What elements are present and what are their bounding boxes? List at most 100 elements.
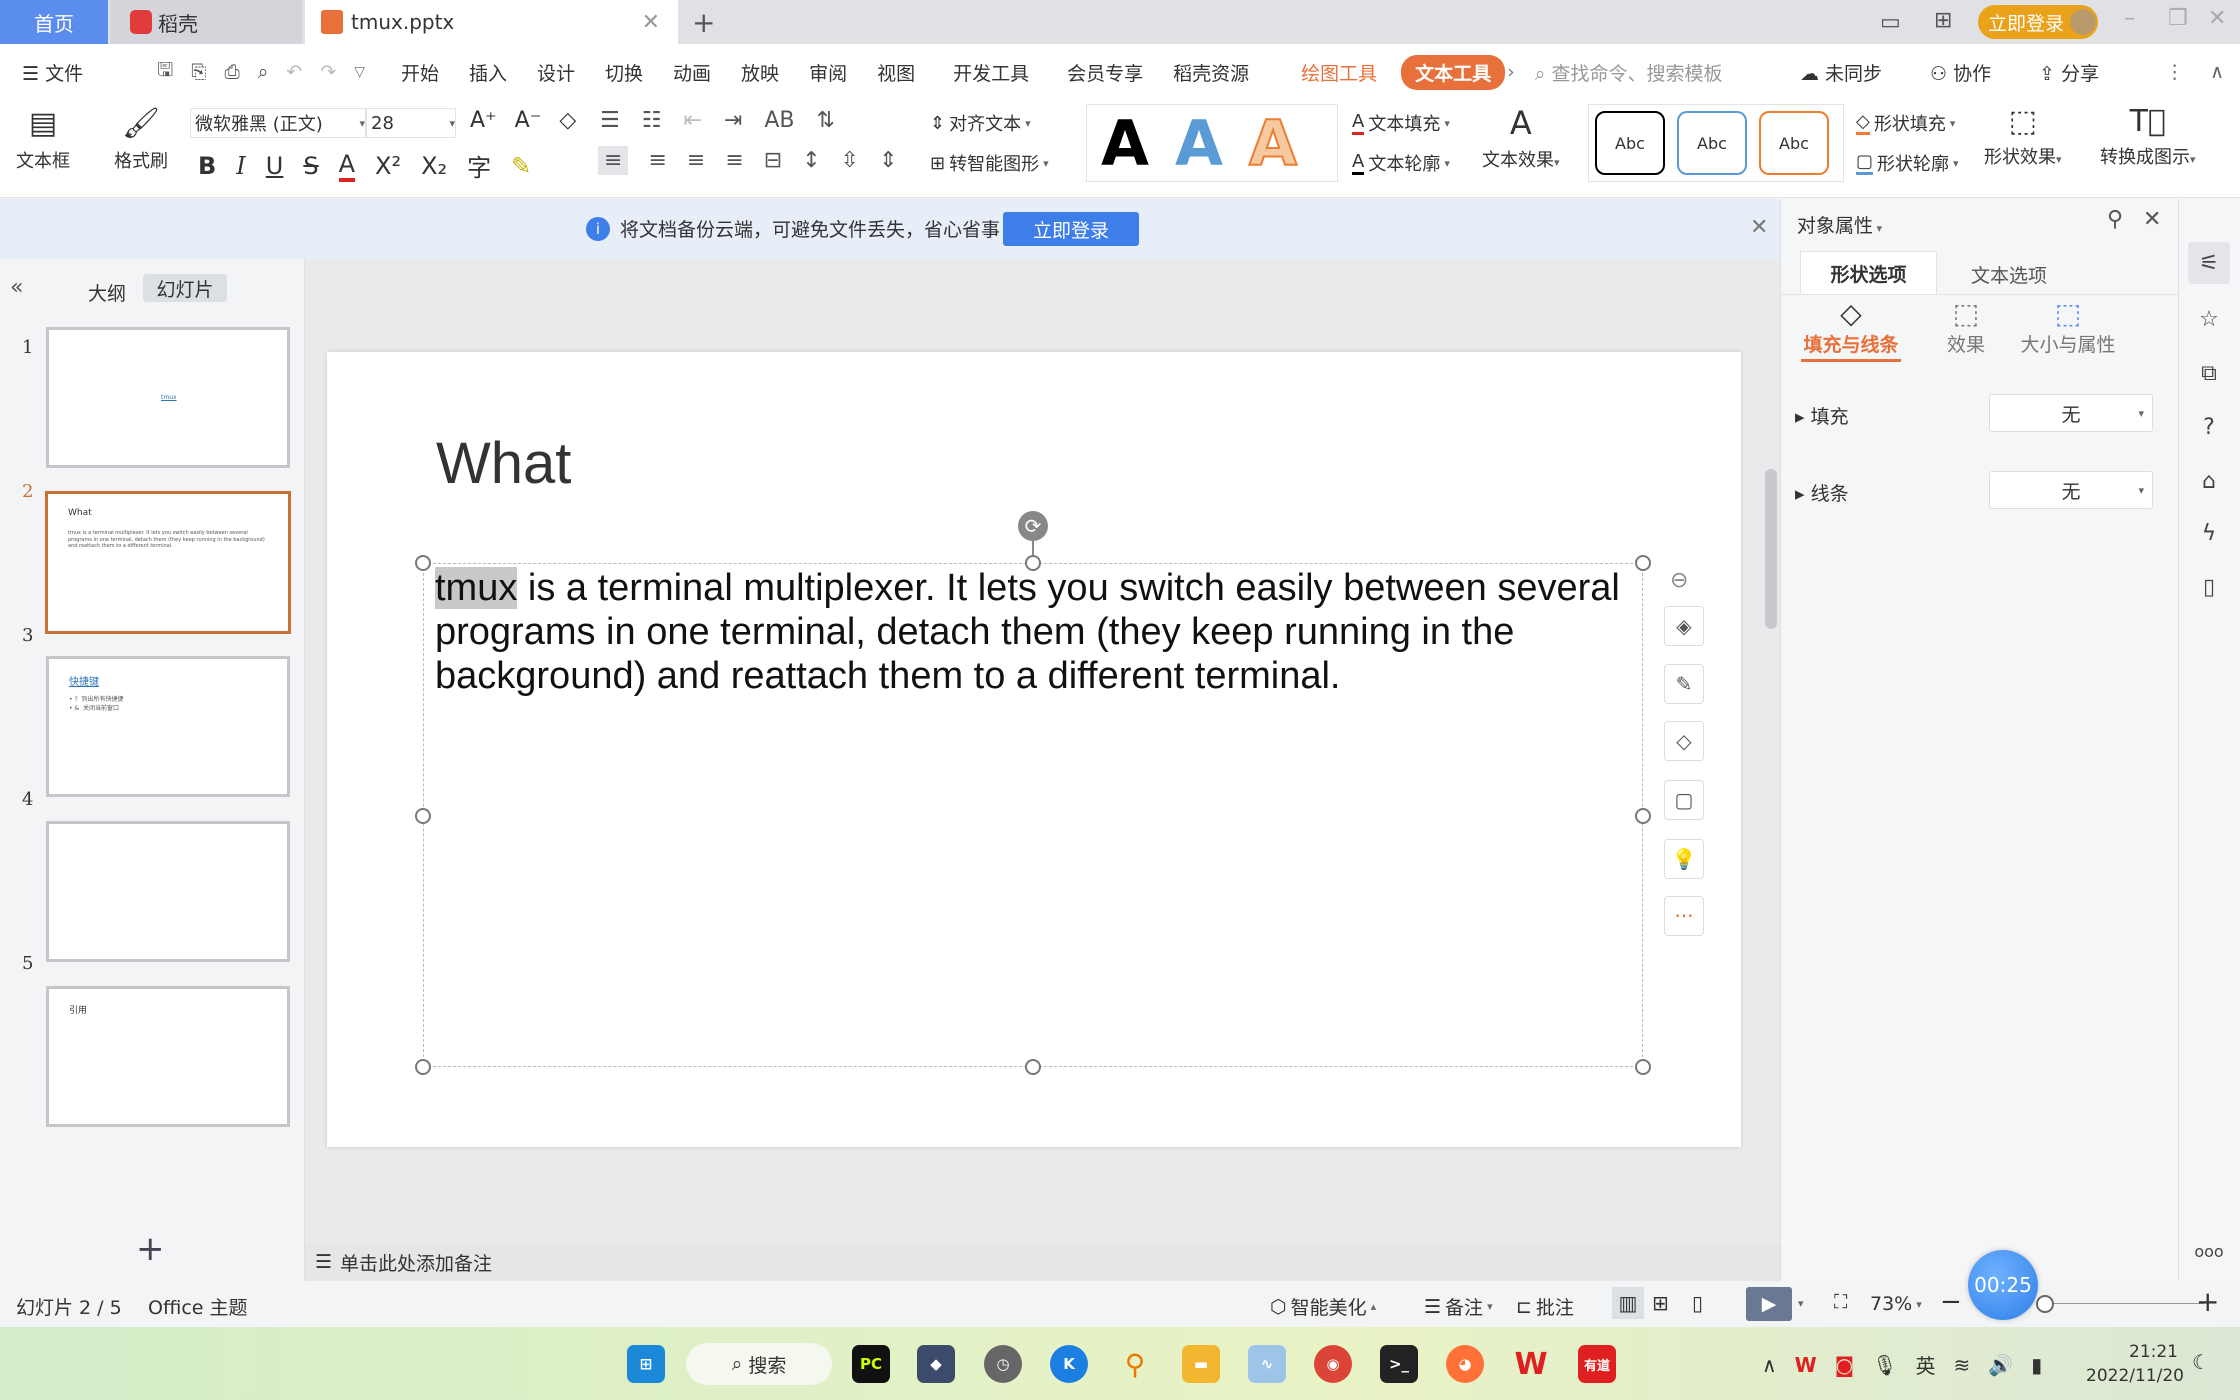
wordart-orange[interactable]: A [1248, 106, 1298, 181]
lightning-icon[interactable]: ϟ [2188, 512, 2230, 554]
notice-login-button[interactable]: 立即登录 [1003, 212, 1139, 246]
close-tab-icon[interactable]: ✕ [642, 10, 660, 35]
bold-button[interactable]: B [198, 152, 216, 180]
more-tabs-chevron-icon[interactable]: › [1507, 61, 1515, 83]
text-direction-icon[interactable]: AB [764, 108, 794, 133]
sort-icon[interactable]: ⇅ [817, 108, 835, 133]
taskbar-search[interactable]: ⌕ 搜索 [686, 1343, 832, 1385]
monitor-app-icon[interactable]: ∿ [1248, 1345, 1286, 1383]
decrease-font-icon[interactable]: A⁻ [515, 108, 542, 133]
more-options-icon[interactable]: ⋮ [2165, 61, 2184, 83]
align-center-icon[interactable]: ≡ [648, 148, 666, 173]
outline-icon[interactable]: ▢ [1664, 780, 1704, 820]
idea-bulb-icon[interactable]: 💡 [1664, 839, 1704, 879]
layout-icon[interactable]: ▭ [1880, 10, 1901, 35]
menu-tab-view[interactable]: 视图 [877, 59, 915, 86]
collapse-panel-icon[interactable]: « [10, 275, 23, 300]
export-icon[interactable]: ⎘ [191, 61, 206, 83]
resize-handle-e[interactable] [1635, 808, 1651, 824]
slide-title[interactable]: What [436, 430, 571, 497]
line-section-toggle[interactable]: ▸ 线条 [1795, 479, 1849, 506]
spacing-options-icon[interactable]: ⇕ [879, 148, 897, 173]
fit-window-icon[interactable]: ⛶ [1834, 1291, 1847, 1313]
notes-toggle-button[interactable]: ☰ 备注 ▾ [1424, 1293, 1493, 1320]
menu-tab-transition[interactable]: 切换 [605, 59, 643, 86]
format-painter-button[interactable]: 🖌 格式刷 [114, 106, 168, 173]
wordart-blue[interactable]: A [1175, 107, 1223, 180]
wifi-icon[interactable]: ≋ [1954, 1353, 1971, 1377]
justify-icon[interactable]: ≡ [725, 148, 743, 173]
slide-thumbnail-5[interactable]: 引用 [46, 986, 290, 1127]
shape-fill-button[interactable]: ◇ 形状填充 ▾ [1856, 110, 1955, 136]
notes-area[interactable]: ☰ 单击此处添加备注 [305, 1243, 1780, 1281]
k-app-icon[interactable]: K [1050, 1345, 1088, 1383]
fill-section-toggle[interactable]: ▸ 填充 [1795, 402, 1849, 429]
timer-badge[interactable]: 00:25 [1968, 1250, 2038, 1320]
para-spacing-icon[interactable]: ⇳ [841, 148, 859, 173]
menu-tab-insert[interactable]: 插入 [469, 59, 507, 86]
virtualbox-icon[interactable]: ◆ [917, 1345, 955, 1383]
template-icon[interactable]: ⌂ [2188, 460, 2230, 502]
numbered-list-icon[interactable]: ☷ [642, 108, 662, 133]
notification-icon[interactable]: ☾ [2192, 1350, 2210, 1374]
zoom-level-select[interactable]: 73% ▾ [1870, 1293, 1922, 1315]
add-slide-button[interactable]: + [136, 1229, 165, 1269]
file-menu[interactable]: ☰ 文件 [22, 59, 113, 86]
redo-icon[interactable]: ↷ [320, 61, 336, 83]
fill-select[interactable]: 无 ▾ [1989, 394, 2153, 432]
tray-app-icon[interactable]: ◙ [1835, 1353, 1854, 1377]
restore-button[interactable]: ❐ [2168, 6, 2188, 31]
play-options-dropdown[interactable]: ▾ [1798, 1297, 1804, 1310]
bullet-list-icon[interactable]: ☰ [600, 108, 620, 133]
clear-format-icon[interactable]: ◇ [559, 108, 576, 133]
theme-name[interactable]: Office 主题 [148, 1293, 248, 1320]
resize-handle-sw[interactable] [415, 1059, 431, 1075]
slide-body-text[interactable]: tmux is a terminal multiplexer. It lets … [435, 566, 1635, 698]
subtab-fill-line[interactable]: ◇ 填充与线条 [1801, 297, 1901, 362]
apps-grid-icon[interactable]: ⊞ [1934, 8, 1952, 33]
sorter-view-icon[interactable]: ⊞ [1652, 1291, 1669, 1315]
fill-icon[interactable]: ◇ [1664, 721, 1704, 761]
strikethrough-button[interactable]: S [303, 152, 318, 180]
sync-button[interactable]: ☁ 未同步 [1800, 59, 1912, 86]
align-left-icon[interactable]: ≡ [598, 146, 629, 175]
ime-indicator[interactable]: 英 [1916, 1350, 1936, 1379]
strip-more-icon[interactable]: ooo [2188, 1230, 2230, 1272]
tab-text-options[interactable]: 文本选项 [1971, 261, 2047, 288]
menu-tab-drawing-tools[interactable]: 绘图工具 [1301, 59, 1377, 86]
collapse-toolbar-icon[interactable]: ⊖ [1670, 568, 1688, 593]
smart-shape-button[interactable]: ⊞ 转智能图形 ▾ [930, 150, 1049, 176]
increase-font-icon[interactable]: A⁺ [470, 108, 497, 133]
menu-tab-animation[interactable]: 动画 [673, 59, 711, 86]
tab-outline[interactable]: 大纲 [88, 279, 126, 306]
reading-view-icon[interactable]: ▯ [1692, 1291, 1703, 1315]
reader-icon[interactable]: ▯ [2188, 566, 2230, 608]
increase-indent-icon[interactable]: ⇥ [724, 108, 742, 133]
pin-icon[interactable]: ⚲ [2107, 207, 2123, 232]
menu-tab-start[interactable]: 开始 [401, 59, 439, 86]
save-icon[interactable]: 🖫 [157, 56, 173, 88]
slide-thumbnail-3[interactable]: 快捷键 • ? 列出所有快捷键 • & 关闭当前窗口 [46, 656, 290, 797]
new-tab-button[interactable]: + [692, 0, 715, 44]
help-icon[interactable]: ? [2188, 406, 2230, 448]
clock-app-icon[interactable]: ◷ [984, 1345, 1022, 1383]
resize-handle-nw[interactable] [415, 555, 431, 571]
shape-style-blue[interactable]: Abc [1677, 111, 1747, 175]
menu-tab-slideshow[interactable]: 放映 [741, 59, 779, 86]
distribute-icon[interactable]: ⊟ [764, 148, 782, 173]
phonetic-icon[interactable]: 字 [467, 148, 491, 183]
rotate-handle-icon[interactable]: ⟳ [1018, 511, 1048, 541]
minimize-button[interactable]: – [2124, 6, 2135, 31]
wps-tray-icon[interactable]: W [1795, 1353, 1817, 1377]
windows-start-icon[interactable]: ⊞ [627, 1345, 665, 1383]
firefox-icon[interactable]: ◕ [1446, 1345, 1484, 1383]
menu-tab-review[interactable]: 审阅 [809, 59, 847, 86]
italic-button[interactable]: I [236, 152, 245, 180]
close-notice-icon[interactable]: ✕ [1750, 215, 1768, 240]
chrome-icon[interactable]: ◉ [1314, 1345, 1352, 1383]
star-icon[interactable]: ☆ [2188, 298, 2230, 340]
menu-tab-member[interactable]: 会员专享 [1067, 59, 1143, 86]
align-text-button[interactable]: ⇕ 对齐文本 ▾ [930, 110, 1031, 136]
shape-style-orange[interactable]: Abc [1759, 111, 1829, 175]
line-spacing-icon[interactable]: ↕ [802, 148, 820, 173]
